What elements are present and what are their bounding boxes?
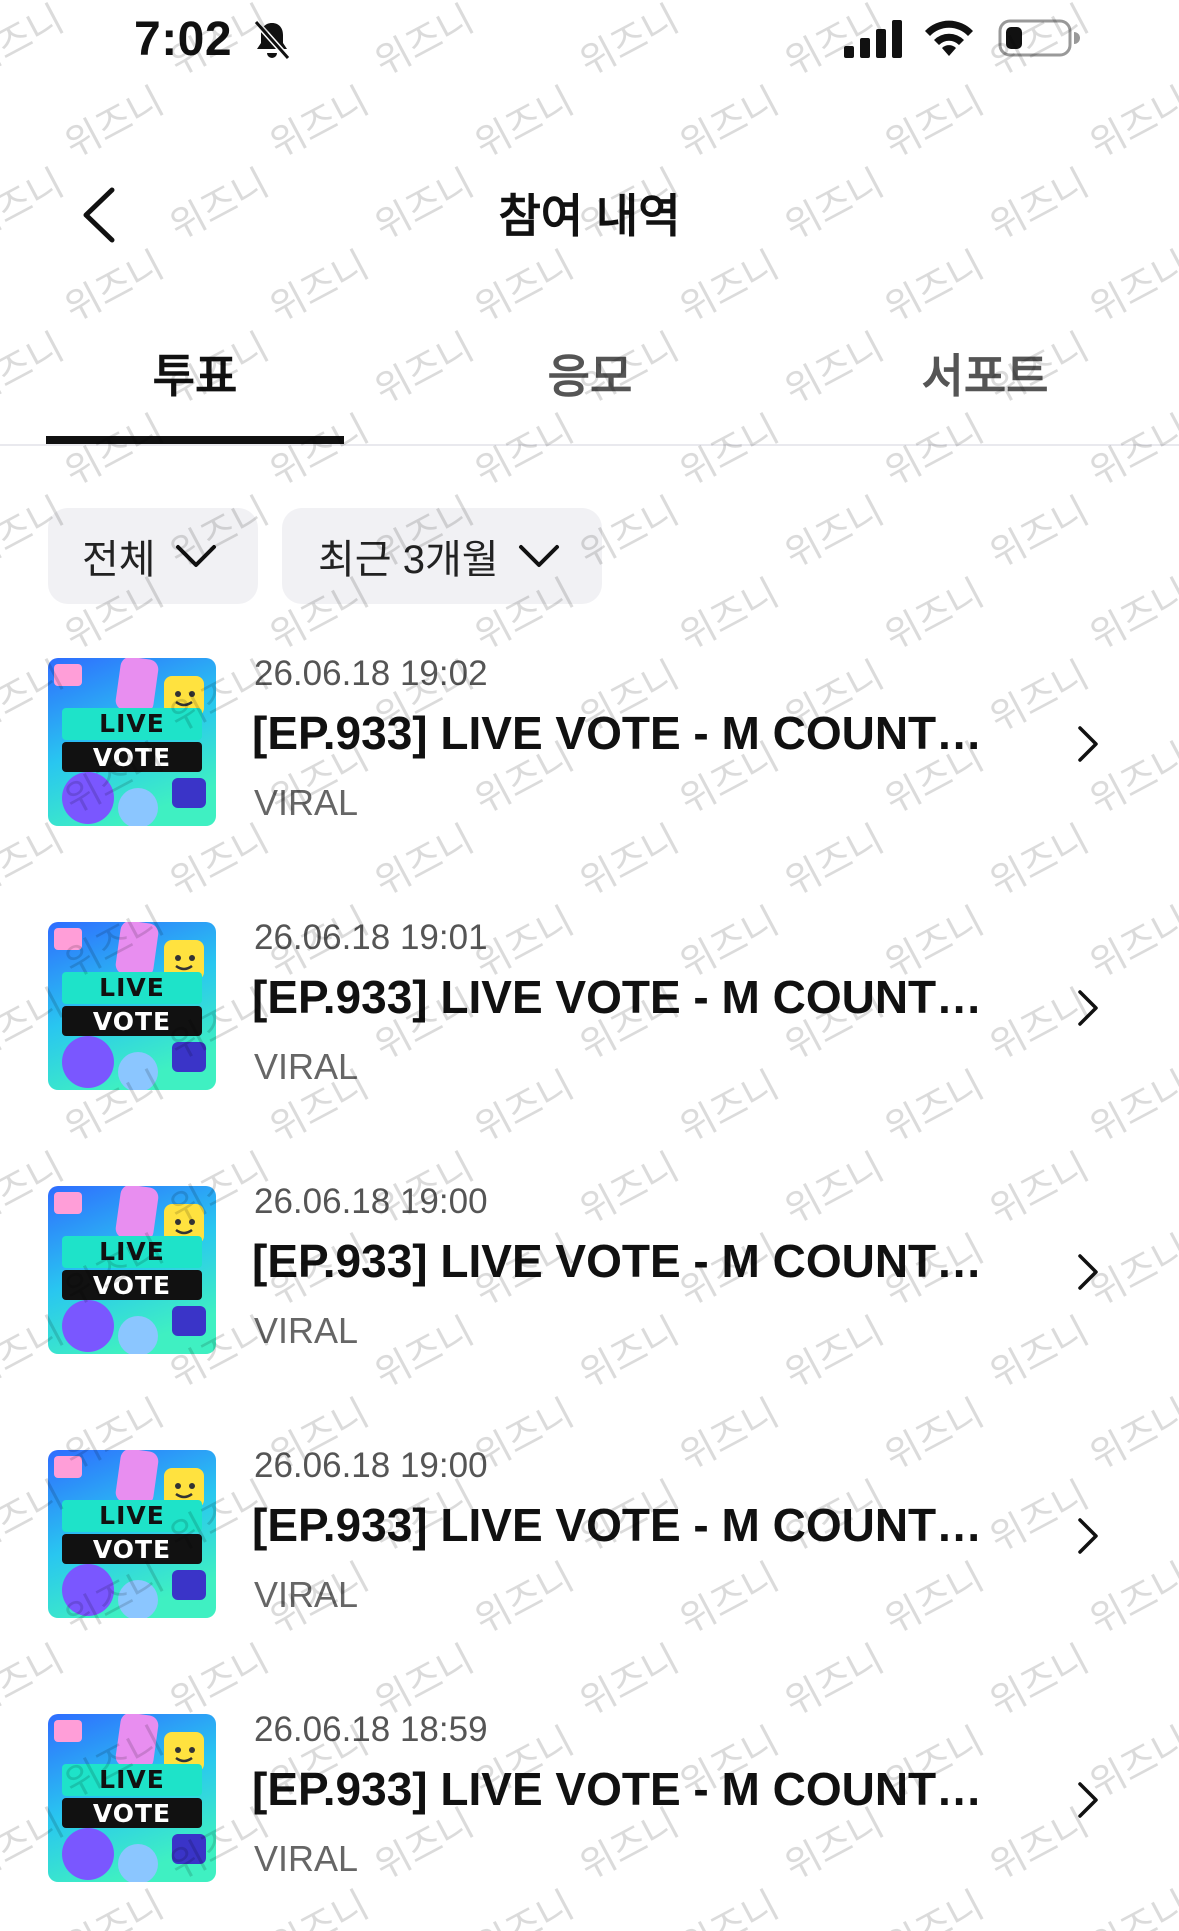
list-item[interactable]: LIVE VOTE 26.06.18 19:00 [EP.933] LIVE V… [0, 1168, 1179, 1368]
item-date: 26.06.18 19:00 [254, 1182, 488, 1221]
item-date: 26.06.18 19:00 [254, 1446, 488, 1485]
thumbnail-vote-text: VOTE [92, 1271, 172, 1300]
item-artist: VIRAL [254, 1574, 359, 1615]
thumbnail-vote-text: VOTE [92, 1535, 172, 1564]
thumbnail-live-text: LIVE [99, 1765, 165, 1794]
thumbnail-live-text: LIVE [99, 709, 165, 738]
header: 참여 내역 [0, 150, 1179, 270]
item-artist: VIRAL [254, 1838, 359, 1879]
live-vote-thumbnail [48, 922, 216, 1090]
list-item[interactable]: LIVE VOTE 26.06.18 19:01 [EP.933] LIVE V… [0, 904, 1179, 1104]
list-item[interactable]: LIVE VOTE 26.06.18 19:00 [EP.933] LIVE V… [0, 1432, 1179, 1632]
item-title: [EP.933] LIVE VOTE - M COUNTDOWN [252, 1763, 1012, 1815]
item-date: 26.06.18 19:02 [254, 654, 488, 693]
item-date: 26.06.18 18:59 [254, 1710, 488, 1749]
chevron-right-icon [1078, 1254, 1098, 1290]
status-bar: 7:02 [0, 0, 1179, 90]
chevron-down-icon [518, 545, 559, 567]
tab-support[interactable]: 서포트 [790, 340, 1179, 406]
tab-entry[interactable]: 응모 [390, 340, 790, 406]
signal-icon [844, 20, 902, 58]
thumbnail-vote-text: VOTE [92, 1799, 172, 1828]
watermark-text: 위즈니 [982, 488, 1096, 577]
item-date: 26.06.18 19:01 [254, 918, 488, 957]
live-vote-thumbnail [48, 1186, 216, 1354]
category-filter-label: 전체 [82, 538, 156, 582]
item-artist: VIRAL [254, 1046, 359, 1087]
thumbnail: LIVE VOTE [48, 1186, 216, 1354]
tab-vote[interactable]: 투표 [0, 340, 390, 406]
item-title: [EP.933] LIVE VOTE - M COUNTDOWN [252, 1499, 1012, 1551]
category-filter-dropdown[interactable]: 전체 [48, 508, 258, 604]
chevron-right-icon [1078, 1782, 1098, 1818]
period-filter-label: 최근 3개월 [318, 538, 499, 582]
chevron-right-icon [1078, 726, 1098, 762]
list-item[interactable]: LIVE VOTE 26.06.18 18:59 [EP.933] LIVE V… [0, 1696, 1179, 1896]
wifi-icon [925, 20, 973, 56]
thumbnail: LIVE VOTE [48, 922, 216, 1090]
item-title: [EP.933] LIVE VOTE - M COUNTDOWN [252, 707, 1012, 759]
period-filter-dropdown[interactable]: 최근 3개월 [282, 508, 602, 604]
watermark-text: 위즈니 [777, 488, 891, 577]
thumbnail-vote-text: VOTE [92, 743, 172, 772]
item-artist: VIRAL [254, 1310, 359, 1351]
item-artist: VIRAL [254, 782, 359, 823]
list-item[interactable]: LIVE VOTE 26.06.18 19:02 [EP.933] LIVE V… [0, 640, 1179, 840]
item-title: [EP.933] LIVE VOTE - M COUNTDOWN [252, 1235, 1012, 1287]
thumbnail: LIVE VOTE [48, 658, 216, 826]
live-vote-thumbnail [48, 1450, 216, 1618]
chevron-right-icon [1078, 1518, 1098, 1554]
tab-bar: 투표 응모 서포트 [0, 330, 1179, 446]
thumbnail-live-text: LIVE [99, 973, 165, 1002]
chevron-right-icon [1078, 990, 1098, 1026]
thumbnail: LIVE VOTE [48, 1714, 216, 1882]
item-title: [EP.933] LIVE VOTE - M COUNTDOWN [252, 971, 1012, 1023]
thumbnail-live-text: LIVE [99, 1501, 165, 1530]
thumbnail-vote-text: VOTE [92, 1007, 172, 1036]
status-time: 7:02 [134, 13, 233, 66]
active-tab-indicator [46, 436, 344, 444]
bell-slash-icon [253, 20, 291, 60]
live-vote-thumbnail [48, 1714, 216, 1882]
battery-icon [998, 19, 1080, 57]
page-title: 참여 내역 [498, 190, 681, 242]
thumbnail: LIVE VOTE [48, 1450, 216, 1618]
chevron-down-icon [175, 545, 216, 567]
thumbnail-live-text: LIVE [99, 1237, 165, 1266]
live-vote-thumbnail [48, 658, 216, 826]
